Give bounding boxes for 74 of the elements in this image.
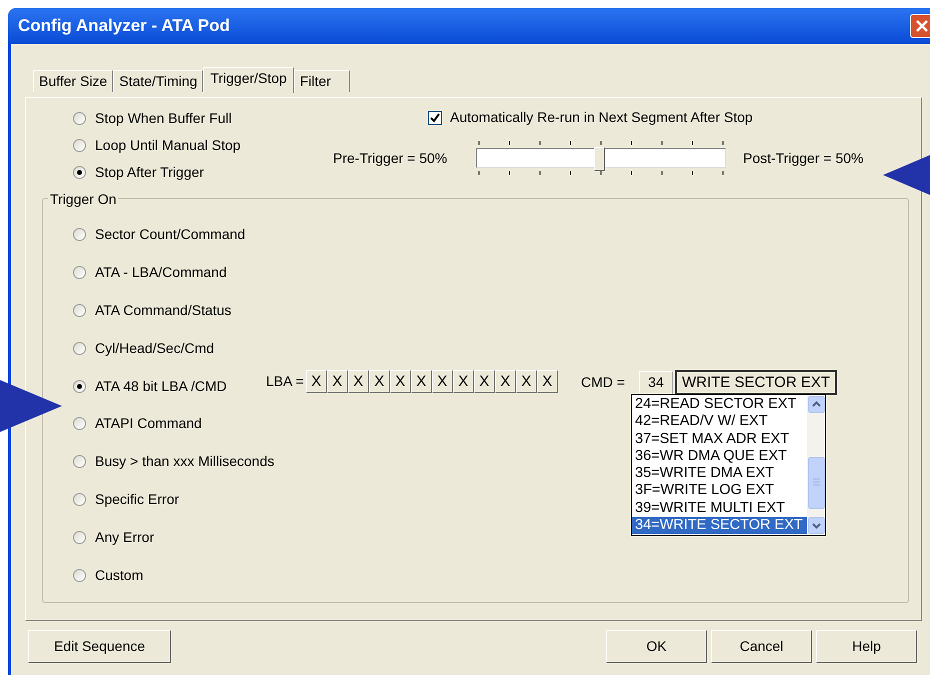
list-item[interactable]: 24=READ SECTOR EXT (632, 396, 807, 414)
digit-button[interactable]: X (432, 370, 453, 393)
radio-button[interactable] (73, 166, 86, 178)
scroll-down-icon[interactable] (808, 517, 824, 534)
code-field: 34 (638, 370, 673, 394)
tab[interactable]: Filter (294, 70, 350, 92)
list-item[interactable]: 35=WRITE DMA EXT (632, 465, 807, 482)
command-list[interactable]: 24=READ SECTOR EXT 42=READ/V W/ EXT 37=SET MAX ADR EXT 36=WR DMA QUE EXT 35=WRITE DMA EXT 3F=WRITE LOG EXT 39=WRITE MULTI EXT 34=WRITE SECTOR EXT (631, 394, 826, 536)
checkbox[interactable] (428, 110, 442, 124)
digit-button[interactable]: X (368, 370, 390, 393)
digit-button[interactable]: X (494, 370, 516, 393)
tab[interactable]: State/Timing (113, 70, 204, 92)
radio-button[interactable] (73, 342, 86, 355)
radio-button[interactable] (73, 568, 86, 582)
slider-thumb[interactable] (594, 147, 605, 171)
radio-button[interactable] (73, 492, 86, 506)
checkbox-label[interactable]: Automatically Re-run in Next Segment After Stop (450, 107, 753, 128)
close-icon (915, 19, 929, 33)
dialog-button[interactable]: Cancel (711, 630, 812, 663)
digit-button[interactable]: X (516, 370, 537, 393)
pointer-arrow (883, 155, 930, 195)
digit-button[interactable]: X (536, 370, 558, 393)
radio-button[interactable] (73, 304, 86, 317)
scroll-up-icon[interactable] (808, 396, 824, 413)
digit-button[interactable]: X (348, 370, 369, 393)
scroll-thumb[interactable] (808, 457, 824, 509)
list-item[interactable]: 37=SET MAX ADR EXT (632, 430, 807, 448)
radio-button[interactable] (73, 228, 86, 242)
list-item[interactable]: 34=WRITE SECTOR EXT (632, 517, 807, 534)
radio-label[interactable]: Stop When Buffer Full (95, 108, 232, 128)
tab[interactable]: Buffer Size (33, 70, 114, 92)
radio-label[interactable]: ATA 48 bit LBA /CMD (95, 376, 227, 397)
radio-button[interactable] (73, 530, 86, 544)
slider-label: Pre-Trigger = 50% (333, 148, 448, 168)
radio-label[interactable]: Any Error (95, 526, 154, 548)
radio-label[interactable]: Custom (95, 564, 144, 586)
list-item[interactable]: 39=WRITE MULTI EXT (632, 500, 807, 518)
dialog-button[interactable]: Help (816, 630, 917, 663)
list-item[interactable]: 3F=WRITE LOG EXT (632, 482, 807, 500)
radio-button[interactable] (73, 380, 86, 393)
window-title: Config Analyzer - ATA Pod (18, 15, 230, 38)
field-label: CMD = (581, 373, 625, 392)
digit-button[interactable]: X (452, 370, 474, 393)
dialog-button[interactable]: Edit Sequence (28, 630, 171, 663)
digit-button[interactable]: X (474, 370, 495, 393)
radio-label[interactable]: ATA Command/Status (95, 300, 232, 321)
dialog-button[interactable]: OK (606, 630, 707, 663)
radio-button[interactable] (73, 112, 86, 124)
radio-label[interactable]: Stop After Trigger (95, 162, 204, 182)
digit-button[interactable]: X (326, 370, 348, 393)
radio-label[interactable]: ATA - LBA/Command (95, 262, 227, 284)
radio-label[interactable]: Cyl/Head/Sec/Cmd (95, 338, 214, 359)
radio-button[interactable] (73, 266, 86, 280)
radio-label[interactable]: Loop Until Manual Stop (95, 134, 241, 156)
field-label: LBA = (266, 372, 304, 391)
digit-button[interactable]: X (390, 370, 411, 393)
radio-label[interactable]: Sector Count/Command (95, 224, 246, 246)
radio-label[interactable]: Busy > than xxx Milliseconds (95, 451, 274, 472)
radio-label[interactable]: ATAPI Command (95, 413, 202, 434)
slider-track[interactable] (476, 148, 726, 168)
pointer-arrow (0, 380, 62, 432)
digit-button[interactable]: X (410, 370, 432, 393)
digit-button[interactable]: X (306, 370, 327, 393)
command-dropdown[interactable]: WRITE SECTOR EXT (674, 370, 838, 395)
list-item[interactable]: 42=READ/V W/ EXT (632, 413, 807, 431)
scrollbar[interactable] (807, 395, 825, 535)
tab[interactable]: Trigger/Stop (203, 67, 294, 93)
close-button[interactable] (910, 14, 930, 38)
list-item[interactable]: 36=WR DMA QUE EXT (632, 448, 807, 466)
radio-button[interactable] (73, 417, 86, 430)
radio-label[interactable]: Specific Error (95, 488, 180, 510)
radio-button[interactable] (73, 138, 86, 152)
radio-button[interactable] (73, 455, 86, 468)
slider-label: Post-Trigger = 50% (743, 148, 864, 168)
